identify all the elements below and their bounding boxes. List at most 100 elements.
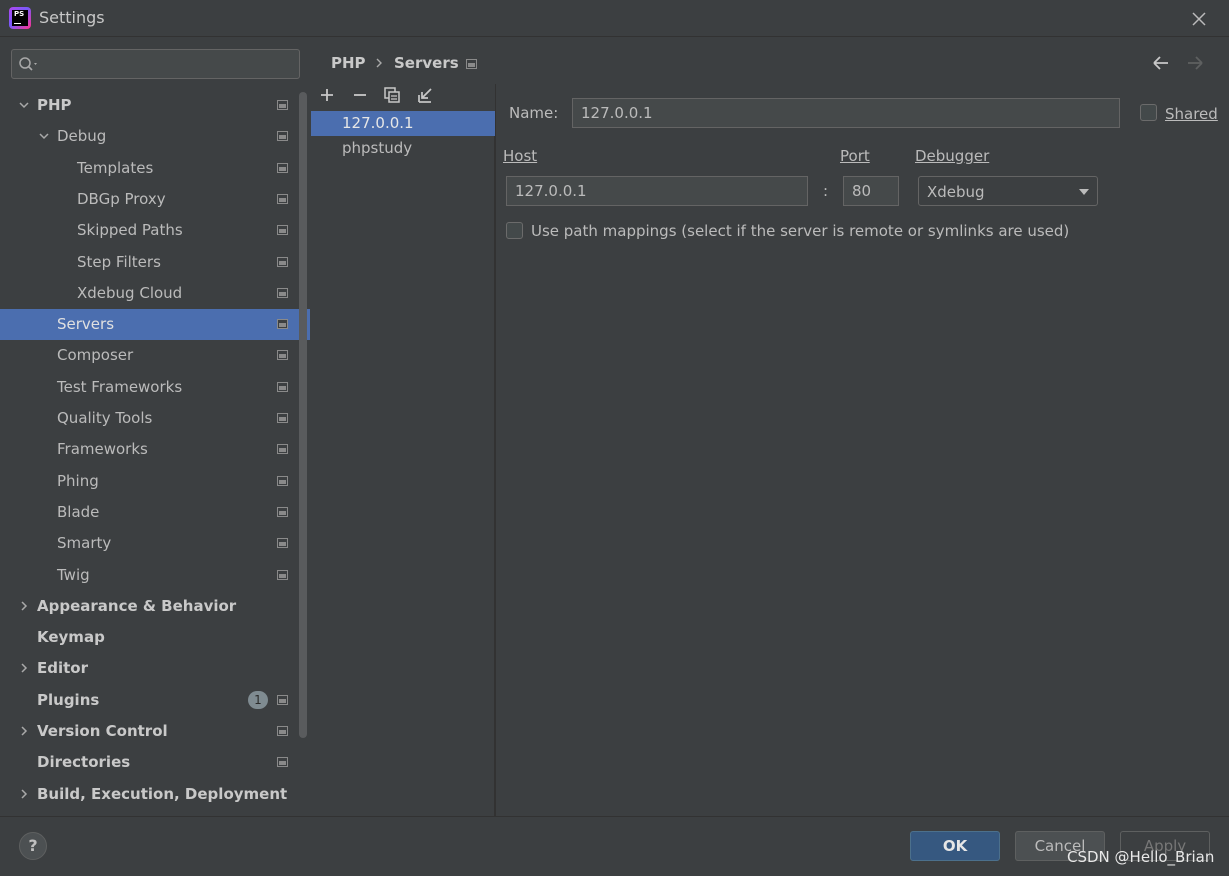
chevron-right-icon[interactable] xyxy=(18,724,30,738)
window-title: Settings xyxy=(39,8,105,27)
ok-button[interactable]: OK xyxy=(910,831,1000,861)
tree-item-step-filters[interactable]: Step Filters xyxy=(0,247,310,278)
back-arrow-icon[interactable] xyxy=(1151,54,1171,72)
server-list-item[interactable]: phpstudy xyxy=(311,136,495,161)
tree-item-frameworks[interactable]: Frameworks xyxy=(0,434,310,465)
project-level-icon xyxy=(277,257,288,267)
tree-item-templates[interactable]: Templates xyxy=(0,153,310,184)
tree-item-dbgp-proxy[interactable]: DBGp Proxy xyxy=(0,184,310,215)
server-list-item-label: 127.0.0.1 xyxy=(342,114,414,132)
tree-item-label: Twig xyxy=(57,566,90,584)
tree-item-directories[interactable]: Directories xyxy=(0,747,310,778)
project-level-icon xyxy=(277,476,288,486)
tree-item-label: Step Filters xyxy=(77,253,161,271)
forward-arrow-icon[interactable] xyxy=(1185,54,1205,72)
project-level-icon xyxy=(277,131,288,141)
tree-item-appearance-behavior[interactable]: Appearance & Behavior xyxy=(0,591,310,622)
debugger-label: Debugger xyxy=(915,147,990,165)
tree-item-composer[interactable]: Composer xyxy=(0,340,310,371)
tree-item-label: Servers xyxy=(57,315,115,333)
tree-item-servers[interactable]: Servers xyxy=(0,309,310,340)
project-level-icon xyxy=(277,319,288,329)
project-level-icon xyxy=(277,163,288,173)
server-list-toolbar xyxy=(311,84,495,110)
copy-server-icon[interactable] xyxy=(381,84,403,106)
debugger-select-value: Xdebug xyxy=(927,183,985,201)
tree-item-version-control[interactable]: Version Control xyxy=(0,716,310,747)
tree-item-quality-tools[interactable]: Quality Tools xyxy=(0,403,310,434)
tree-item-label: Blade xyxy=(57,503,100,521)
port-input[interactable]: 80 xyxy=(843,176,899,206)
project-level-icon xyxy=(277,350,288,360)
tree-item-xdebug-cloud[interactable]: Xdebug Cloud xyxy=(0,278,310,309)
settings-sidebar: PHP Debug Templates DBGp Proxy Skipped Paths… xyxy=(0,38,310,816)
debugger-select[interactable]: Xdebug xyxy=(918,176,1098,206)
shared-label: Shared xyxy=(1165,105,1218,123)
project-level-icon xyxy=(277,507,288,517)
settings-search-input[interactable] xyxy=(11,49,300,79)
dropdown-arrow-icon xyxy=(1079,189,1089,195)
tree-item-label: Skipped Paths xyxy=(77,221,183,239)
sidebar-scrollbar[interactable] xyxy=(299,92,307,738)
tree-item-build-execution-deployment[interactable]: Build, Execution, Deployment xyxy=(0,779,310,810)
project-level-icon xyxy=(277,100,288,110)
remove-server-icon[interactable] xyxy=(349,84,371,106)
tree-item-label: Appearance & Behavior xyxy=(37,597,237,615)
tree-item-label: Version Control xyxy=(37,722,168,740)
tree-item-label: DBGp Proxy xyxy=(77,190,166,208)
tree-item-phing[interactable]: Phing xyxy=(0,466,310,497)
panel-divider xyxy=(495,84,496,816)
tree-item-label: Smarty xyxy=(57,534,112,552)
project-level-icon xyxy=(277,538,288,548)
tree-item-label: Xdebug Cloud xyxy=(77,284,183,302)
use-path-mappings-checkbox[interactable] xyxy=(506,222,523,239)
tree-item-blade[interactable]: Blade xyxy=(0,497,310,528)
project-level-icon xyxy=(277,413,288,423)
phpstorm-logo-icon: PS xyxy=(9,7,31,29)
tree-item-test-frameworks[interactable]: Test Frameworks xyxy=(0,372,310,403)
project-level-icon xyxy=(277,570,288,580)
chevron-down-icon[interactable] xyxy=(18,98,30,112)
host-label: Host xyxy=(503,147,538,165)
project-level-icon xyxy=(277,225,288,235)
tree-item-label: Frameworks xyxy=(57,440,148,458)
tree-item-twig[interactable]: Twig xyxy=(0,560,310,591)
search-icon xyxy=(19,57,37,71)
tree-item-smarty[interactable]: Smarty xyxy=(0,528,310,559)
tree-item-label: Debug xyxy=(57,127,107,145)
tree-item-skipped-paths[interactable]: Skipped Paths xyxy=(0,215,310,246)
close-icon xyxy=(1192,12,1206,26)
breadcrumb-current: Servers xyxy=(394,54,459,72)
chevron-down-icon[interactable] xyxy=(38,129,50,143)
tree-item-label: Directories xyxy=(37,753,131,771)
use-path-mappings-label: Use path mappings (select if the server … xyxy=(531,222,1070,240)
help-button[interactable]: ? xyxy=(19,832,47,860)
shared-checkbox[interactable] xyxy=(1140,104,1157,121)
import-server-icon[interactable] xyxy=(414,84,436,106)
tree-item-editor[interactable]: Editor xyxy=(0,653,310,684)
project-level-icon xyxy=(277,726,288,736)
close-window-button[interactable] xyxy=(1186,6,1212,32)
chevron-right-icon[interactable] xyxy=(18,787,30,801)
breadcrumb-parent[interactable]: PHP xyxy=(331,54,366,72)
tree-item-debug[interactable]: Debug xyxy=(0,121,310,152)
tree-item-plugins[interactable]: Plugins 1 xyxy=(0,685,310,716)
tree-item-label: Plugins xyxy=(37,691,100,709)
tree-item-keymap[interactable]: Keymap xyxy=(0,622,310,653)
add-server-icon[interactable] xyxy=(316,84,338,106)
chevron-right-icon[interactable] xyxy=(18,599,30,613)
tree-item-php[interactable]: PHP xyxy=(0,90,310,121)
project-level-icon xyxy=(277,444,288,454)
update-count-badge: 1 xyxy=(248,691,268,709)
server-list-item[interactable]: 127.0.0.1 xyxy=(311,111,495,136)
name-input[interactable]: 127.0.0.1 xyxy=(572,98,1120,128)
tree-item-label: Test Frameworks xyxy=(57,378,183,396)
tree-item-label: Quality Tools xyxy=(57,409,153,427)
project-level-icon xyxy=(277,695,288,705)
name-label: Name: xyxy=(509,104,559,122)
server-list: 127.0.0.1 phpstudy xyxy=(311,111,495,816)
host-input[interactable]: 127.0.0.1 xyxy=(506,176,808,206)
tree-item-label: Editor xyxy=(37,659,88,677)
tree-item-label: PHP xyxy=(37,96,72,114)
chevron-right-icon[interactable] xyxy=(18,661,30,675)
